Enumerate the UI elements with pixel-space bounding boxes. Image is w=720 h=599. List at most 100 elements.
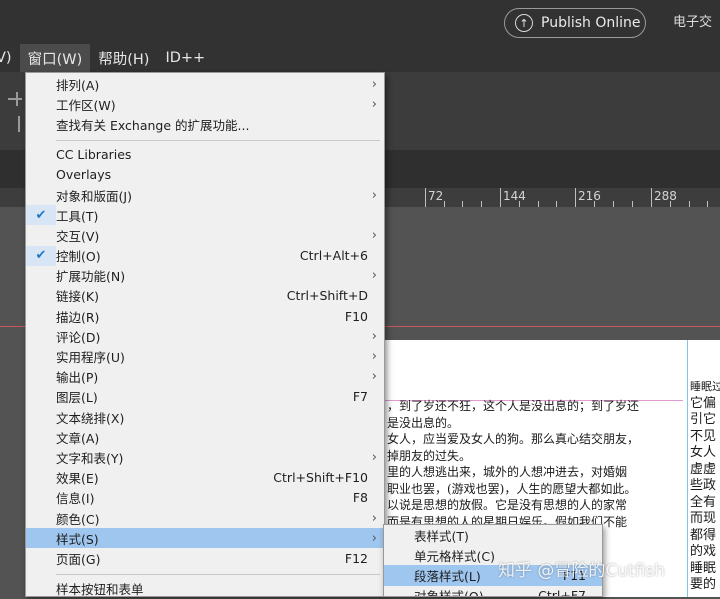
- menu-item-label: 颜色(C): [56, 511, 100, 527]
- text-line: 睡眠: [690, 560, 717, 576]
- menu-item-对象和版面[interactable]: 对象和版面(J) ›: [26, 185, 384, 205]
- upload-icon: ↑: [515, 14, 533, 32]
- publish-online-button[interactable]: ↑ Publish Online: [504, 8, 646, 38]
- menu-item-描边[interactable]: 描边(R) F10: [26, 306, 384, 326]
- menu-item-shortcut: F8: [352, 490, 368, 506]
- menu-item-label: 评论(D): [56, 329, 101, 345]
- menu-item-label: 工具(T): [56, 208, 99, 224]
- text-line: 掉朋友的过失。: [387, 448, 472, 463]
- chevron-right-icon: ›: [371, 76, 377, 92]
- menu-item-评论[interactable]: 评论(D) ›: [26, 326, 384, 346]
- chevron-right-icon: ›: [371, 268, 377, 284]
- menu-item-图层[interactable]: 图层(L) F7: [26, 387, 384, 407]
- menu-item-文章[interactable]: 文章(A): [26, 427, 384, 447]
- menu-item-label: 工作区(W): [56, 97, 116, 113]
- menu-item-输出[interactable]: 输出(P) ›: [26, 367, 384, 387]
- menu-window[interactable]: 窗口(W): [19, 44, 91, 72]
- watermark: 知乎 @冒险的Cutfish: [498, 561, 666, 581]
- text-line: ，到了岁还不狂，这个人是没出息的；到了岁还: [387, 399, 640, 413]
- text-line: 里的人想逃出来，城外的人想冲进去，对婚姻: [387, 465, 628, 479]
- text-frame-column-2[interactable]: 睡眠过 它偏 引它 不见 女人 虚虚 些政 全有 而现 都得 的戏 睡眠 要的: [690, 379, 720, 594]
- menu-item-label: 文本绕排(X): [56, 410, 125, 426]
- chevron-right-icon: ›: [371, 530, 377, 546]
- menu-item-shortcut: F10: [344, 308, 368, 324]
- submenu-item-label: 表样式(T): [414, 528, 469, 544]
- chevron-right-icon: ›: [371, 349, 377, 365]
- menu-item-label: 排列(A): [56, 77, 100, 93]
- menu-item-信息[interactable]: 信息(I) F8: [26, 488, 384, 508]
- menu-item-排列[interactable]: 排列(A) ›: [26, 74, 384, 94]
- text-line: 引它: [690, 412, 717, 427]
- menu-item-查找有关-exchange-的扩展功能[interactable]: 查找有关 Exchange 的扩展功能...: [26, 114, 384, 134]
- menu-item-cc-libraries[interactable]: CC Libraries: [26, 145, 384, 165]
- menu-item-样式[interactable]: 样式(S) ›: [26, 528, 384, 549]
- menu-item-文字和表[interactable]: 文字和表(Y) ›: [26, 447, 384, 467]
- menu-item-shortcut: Ctrl+Shift+F10: [273, 470, 368, 486]
- menu-item-label: 样本按钮和表单: [56, 582, 144, 598]
- submenu-item-表样式[interactable]: 表样式(T): [384, 525, 602, 545]
- chevron-right-icon: ›: [371, 187, 377, 203]
- menu-item-控制[interactable]: ✔ 控制(O) Ctrl+Alt+6: [26, 245, 384, 266]
- menu-item-shortcut: F7: [352, 389, 368, 405]
- text-line: 都得: [690, 527, 717, 543]
- text-line: 的戏: [690, 544, 717, 559]
- menu-item-工具[interactable]: ✔ 工具(T): [26, 205, 384, 226]
- menu-item-shortcut: F12: [344, 550, 368, 566]
- ruler-tick: [575, 188, 576, 207]
- ruler-label: 72: [428, 189, 444, 203]
- menu-item-label: 样式(S): [56, 531, 99, 547]
- ruler-tick: [500, 188, 501, 207]
- menu-item-label: 文章(A): [56, 430, 100, 446]
- text-line: 全有: [690, 494, 717, 510]
- menu-item-label: 页面(G): [56, 551, 101, 567]
- text-line: 女人，应当爱及女人的狗。那么真心结交朋友，: [387, 432, 640, 446]
- menu-item-label: 控制(O): [56, 249, 101, 265]
- chevron-right-icon: ›: [371, 96, 377, 112]
- menu-item-overlays[interactable]: Overlays: [26, 165, 384, 185]
- text-line: 它偏: [690, 395, 717, 411]
- menu-item-文本绕排[interactable]: 文本绕排(X): [26, 407, 384, 427]
- menu-item-shortcut: Ctrl+Alt+6: [299, 248, 368, 264]
- application-bar: ↑ Publish Online 电子交: [0, 0, 720, 44]
- workspace-label[interactable]: 电子交: [673, 11, 712, 30]
- chevron-right-icon: ›: [371, 227, 377, 243]
- menu-item-效果[interactable]: 效果(E) Ctrl+Shift+F10: [26, 468, 384, 488]
- menu-item-label: 对象和版面(J): [56, 188, 132, 204]
- menu-item-label: 效果(E): [56, 471, 99, 487]
- menu-item-label: 交互(V): [56, 228, 100, 244]
- menu-item-label: 扩展功能(N): [56, 269, 126, 285]
- menu-item-扩展功能[interactable]: 扩展功能(N) ›: [26, 266, 384, 286]
- menu-item-label: 输出(P): [56, 370, 99, 386]
- ruler-label: 288: [654, 189, 677, 203]
- publish-online-label: Publish Online: [541, 15, 641, 31]
- menu-item-label: Overlays: [56, 167, 112, 183]
- menu-help[interactable]: 帮助(H): [90, 44, 157, 72]
- text-line: 职业也罢，(游戏也罢)，人生的愿望大都如此。: [387, 481, 637, 496]
- menu-item-样本按钮和表单[interactable]: 样本按钮和表单: [26, 579, 384, 599]
- text-line: 要的: [690, 577, 717, 592]
- menu-separator: [56, 573, 380, 575]
- text-line: 些政: [690, 478, 717, 493]
- text-line: 不见: [690, 428, 717, 444]
- menu-item-工作区[interactable]: 工作区(W) ›: [26, 94, 384, 114]
- text-line: 虚虚: [690, 461, 717, 477]
- menu-item-链接[interactable]: 链接(K) Ctrl+Shift+D: [26, 286, 384, 306]
- menu-view[interactable]: V): [0, 44, 20, 72]
- menu-item-label: 实用程序(U): [56, 350, 125, 366]
- menu-item-颜色[interactable]: 颜色(C) ›: [26, 508, 384, 528]
- checkmark-icon: ✔: [35, 207, 47, 223]
- text-line: 以说是思想的放假。它是没有思想的人的家常: [387, 498, 628, 512]
- menu-item-页面[interactable]: 页面(G) F12: [26, 548, 384, 568]
- text-line: 是没出息的。: [387, 415, 460, 430]
- text-line: 女人: [690, 445, 717, 460]
- submenu-item-对象样式[interactable]: 对象样式(O) Ctrl+F7: [384, 586, 602, 596]
- menu-idplusplus[interactable]: ID++: [157, 44, 213, 72]
- menu-separator: [56, 139, 380, 141]
- chevron-right-icon: ›: [371, 510, 377, 526]
- menu-item-交互[interactable]: 交互(V) ›: [26, 225, 384, 245]
- chevron-right-icon: ›: [371, 449, 377, 465]
- menu-item-实用程序[interactable]: 实用程序(U) ›: [26, 346, 384, 366]
- ruler-label: 144: [503, 189, 526, 203]
- text-line: 而现: [690, 511, 717, 526]
- chevron-right-icon: ›: [371, 369, 377, 385]
